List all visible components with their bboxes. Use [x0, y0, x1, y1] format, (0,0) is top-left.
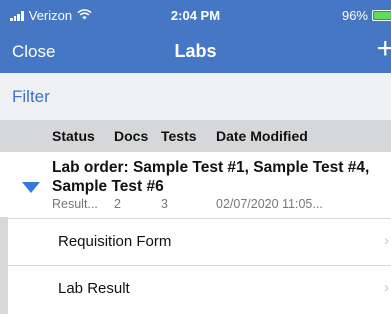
list-item-lab-result[interactable]: Lab Result ›: [8, 265, 391, 312]
indent-strip: [0, 217, 8, 314]
chevron-right-icon: ›: [384, 279, 389, 296]
column-header-status[interactable]: Status: [52, 128, 95, 144]
page-title: Labs: [174, 41, 217, 61]
column-header-docs[interactable]: Docs: [114, 128, 148, 144]
clock: 2:04 PM: [170, 8, 221, 23]
battery-percent: 96%: [341, 8, 368, 23]
lab-order-docs: 2: [114, 197, 121, 211]
chevron-right-icon: ›: [384, 232, 389, 249]
list-item-label: Lab Result: [58, 280, 130, 297]
add-button[interactable]: +: [376, 34, 391, 64]
filter-bar: Filter: [0, 73, 391, 120]
battery-icon: [372, 10, 391, 21]
battery-fill: [374, 12, 391, 19]
app-header: Verizon 2:04 PM 96% Close Labs +: [0, 0, 391, 73]
triangle-down-icon[interactable]: [22, 180, 40, 198]
column-headers: Status Docs Tests Date Modified: [0, 120, 391, 152]
lab-order-title: Lab order: Sample Test #1, Sample Test #…: [52, 159, 370, 195]
battery-group: 96%: [342, 8, 391, 23]
column-header-date-modified[interactable]: Date Modified: [216, 128, 308, 144]
lab-order-date: 02/07/2020 11:05...: [216, 197, 323, 211]
list-item-label: Requisition Form: [58, 233, 172, 250]
list-item-requisition-form[interactable]: Requisition Form ›: [8, 218, 391, 265]
nav-bar: Close Labs +: [0, 30, 391, 73]
column-header-tests[interactable]: Tests: [161, 128, 197, 144]
status-bar: Verizon 2:04 PM 96%: [0, 0, 391, 30]
lab-order-tests: 3: [161, 197, 168, 211]
lab-order-status: Result...: [52, 197, 98, 211]
filter-button[interactable]: Filter: [12, 87, 50, 107]
